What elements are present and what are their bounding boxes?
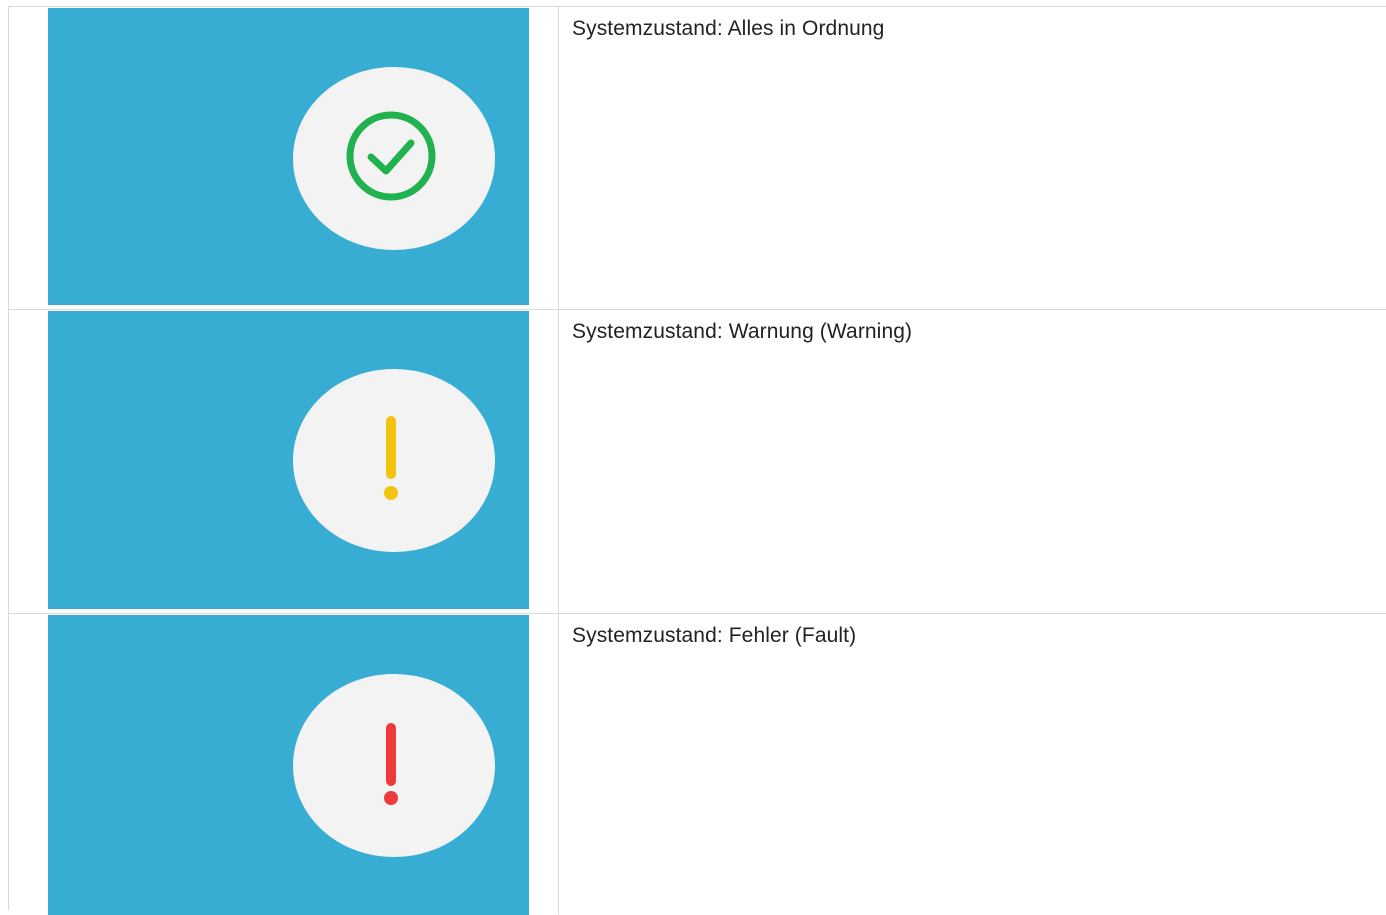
status-screen-panel xyxy=(48,311,529,609)
description-cell: Systemzustand: Alles in Ordnung xyxy=(559,7,1386,309)
table-row-ok: Systemzustand: Alles in Ordnung xyxy=(9,7,1386,310)
status-label-ok: Systemzustand: Alles in Ordnung xyxy=(572,17,885,40)
image-cell xyxy=(9,7,559,309)
image-cell xyxy=(9,614,559,915)
exclamation-icon xyxy=(384,723,398,805)
description-cell: Systemzustand: Fehler (Fault) xyxy=(559,614,1386,914)
table-row-fault: Systemzustand: Fehler (Fault) xyxy=(9,614,1386,915)
description-cell: Systemzustand: Warnung (Warning) xyxy=(559,310,1386,613)
status-label-warning: Systemzustand: Warnung (Warning) xyxy=(572,320,913,343)
image-cell xyxy=(9,310,559,613)
status-bubble xyxy=(293,674,495,857)
status-bubble xyxy=(293,67,495,250)
status-bubble xyxy=(293,369,495,552)
table-row-warning: Systemzustand: Warnung (Warning) xyxy=(9,310,1386,614)
check-circle-icon xyxy=(346,111,436,201)
status-screen-panel xyxy=(48,8,529,305)
status-label-fault: Systemzustand: Fehler (Fault) xyxy=(572,624,857,647)
exclamation-icon xyxy=(384,416,398,500)
status-screen-panel xyxy=(48,615,529,915)
status-table: Systemzustand: Alles in Ordnung Systemzu… xyxy=(8,6,1386,915)
